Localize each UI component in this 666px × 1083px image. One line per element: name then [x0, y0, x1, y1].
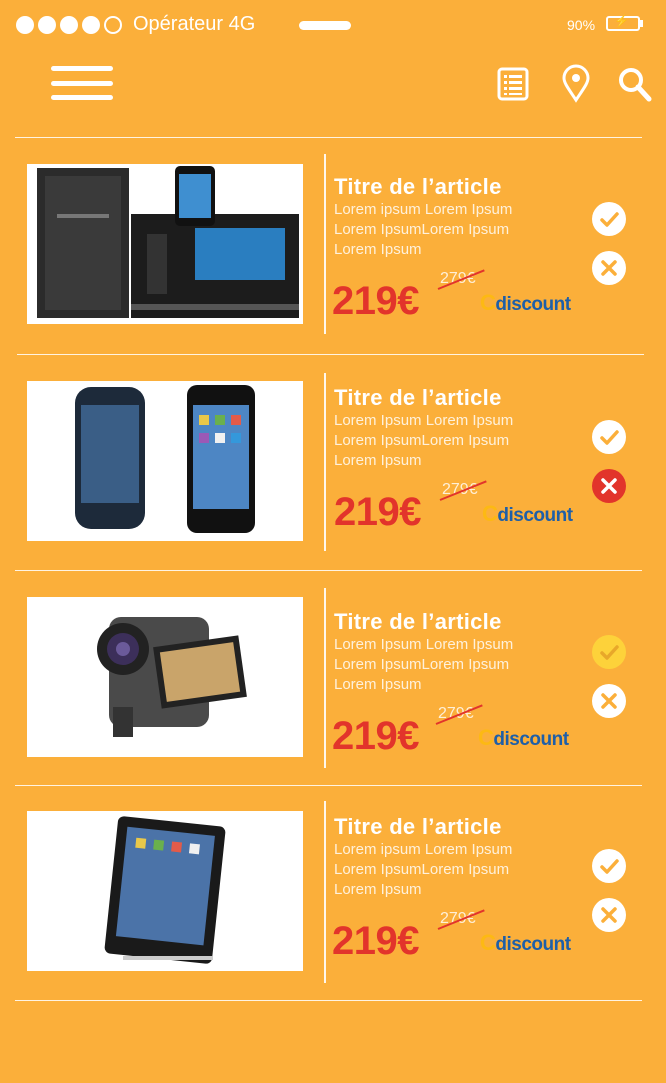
signal-dot [16, 16, 34, 34]
desc-line: Lorem ipsum Lorem Ipsum [334, 841, 513, 858]
cdiscount-logo: Cdiscount [480, 930, 571, 955]
signal-dot [38, 16, 56, 34]
cdiscount-logo: Cdiscount [482, 501, 573, 526]
cdiscount-logo: Cdiscount [478, 725, 569, 750]
close-icon [601, 907, 617, 923]
desc-line: Lorem IpsumLorem Ipsum [334, 656, 510, 673]
product-image-smartphones [27, 381, 303, 541]
signal-strength [16, 16, 122, 34]
article-description: Lorem Ipsum Lorem Ipsum Lorem IpsumLorem… [334, 411, 564, 471]
desc-line: Lorem Ipsum Lorem Ipsum [334, 412, 514, 429]
card-divider [324, 801, 326, 983]
accept-button-active[interactable] [592, 635, 626, 669]
signal-dot [60, 16, 78, 34]
battery-tip [640, 20, 643, 27]
price: 219€ [332, 279, 419, 323]
desc-line: Lorem Ipsum [334, 452, 422, 469]
product-image-camcorder [27, 597, 303, 757]
check-icon [600, 430, 619, 445]
reject-button-active[interactable] [592, 469, 626, 503]
signal-dot-empty [104, 16, 122, 34]
item-divider [15, 1000, 642, 1001]
desc-line: Lorem IpsumLorem Ipsum [334, 432, 510, 449]
close-icon [601, 693, 617, 709]
article-title: Titre de l’article [334, 609, 502, 634]
menu-bar [51, 95, 113, 100]
menu-bar [51, 80, 113, 86]
product-image-tablet [27, 811, 303, 971]
charging-bolt-icon: ⚡ [614, 14, 629, 28]
desc-line: Lorem Ipsum [334, 676, 422, 693]
desc-line: Lorem Ipsum Lorem Ipsum [334, 636, 514, 653]
card-divider [324, 588, 326, 768]
accept-button[interactable] [592, 849, 626, 883]
status-pill [299, 21, 351, 30]
desc-line: Lorem Ipsum [334, 881, 422, 898]
product-image-speaker-dock [27, 164, 303, 324]
article-description: Lorem ipsum Lorem Ipsum Lorem IpsumLorem… [334, 840, 564, 900]
item-divider [15, 785, 642, 786]
check-icon [600, 859, 619, 874]
menu-bar [51, 66, 113, 71]
article-title: Titre de l’article [334, 385, 502, 410]
cdiscount-logo: Cdiscount [480, 290, 571, 315]
desc-line: Lorem IpsumLorem Ipsum [334, 861, 510, 878]
article-description: Lorem ipsum Lorem Ipsum Lorem IpsumLorem… [334, 200, 564, 260]
price: 219€ [332, 714, 419, 758]
check-icon [600, 212, 619, 227]
accept-button[interactable] [592, 420, 626, 454]
close-icon [601, 478, 617, 494]
article-title: Titre de l’article [334, 814, 502, 839]
article-title: Titre de l’article [334, 174, 502, 199]
desc-line: Lorem Ipsum [334, 241, 422, 258]
desc-line: Lorem IpsumLorem Ipsum [334, 221, 510, 238]
item-divider [17, 354, 644, 355]
card-divider [324, 373, 326, 551]
search-icon[interactable] [617, 64, 653, 104]
list-icon[interactable] [495, 64, 531, 104]
carrier-name: Opérateur 4G [133, 13, 256, 35]
header-divider [15, 137, 642, 138]
item-divider [15, 570, 642, 571]
price: 219€ [332, 919, 419, 963]
article-description: Lorem Ipsum Lorem Ipsum Lorem IpsumLorem… [334, 635, 564, 695]
battery-percent: 90% [567, 17, 596, 33]
desc-line: Lorem ipsum Lorem Ipsum [334, 201, 513, 218]
accept-button[interactable] [592, 202, 626, 236]
price: 219€ [334, 490, 421, 534]
close-icon [601, 260, 617, 276]
reject-button[interactable] [592, 684, 626, 718]
reject-button[interactable] [592, 251, 626, 285]
check-icon [600, 645, 619, 660]
signal-dot [82, 16, 100, 34]
card-divider [324, 154, 326, 334]
location-pin-icon[interactable] [558, 64, 594, 104]
hamburger-menu-button[interactable] [51, 66, 113, 100]
reject-button[interactable] [592, 898, 626, 932]
